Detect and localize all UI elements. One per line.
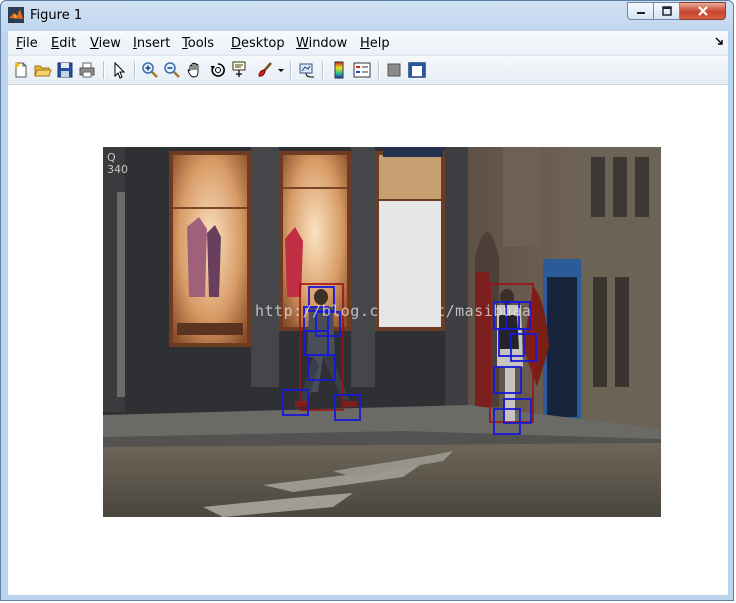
menu-tools[interactable]: Tools <box>182 36 214 51</box>
brush-dropdown-icon[interactable] <box>276 61 286 79</box>
edit-plot-arrow-icon[interactable] <box>110 61 128 79</box>
zoom-out-icon[interactable] <box>163 61 181 79</box>
zoom-in-icon[interactable] <box>141 61 159 79</box>
brush-icon[interactable] <box>256 61 274 79</box>
figure-toolbar <box>8 56 728 85</box>
data-cursor-icon[interactable] <box>232 61 250 79</box>
maximize-icon <box>661 6 672 16</box>
menu-window[interactable]: Window <box>296 36 347 51</box>
svg-text:340: 340 <box>107 163 128 176</box>
client-area: File Edit View Insert Tools Desktop Wind… <box>8 31 728 595</box>
close-button[interactable] <box>680 2 726 20</box>
image-watermark: http://blog.csdn.net/masibuaa <box>255 302 532 320</box>
menu-view[interactable]: View <box>90 36 121 51</box>
close-icon <box>697 6 708 16</box>
toolbar-separator <box>290 61 291 79</box>
toolbar-separator <box>134 61 135 79</box>
minimize-icon <box>636 12 645 14</box>
street-scene-image: Q 340 http://blog.csdn.net/masibuaa <box>103 147 661 517</box>
dock-arrow-icon[interactable] <box>714 37 724 47</box>
figure-canvas[interactable]: Q 340 http://blog.csdn.net/masibuaa <box>8 85 728 595</box>
pan-hand-icon[interactable] <box>186 61 204 79</box>
hide-plot-tools-icon[interactable] <box>385 61 403 79</box>
window-title: Figure 1 <box>30 8 83 23</box>
rotate-3d-icon[interactable] <box>209 61 227 79</box>
link-plot-icon[interactable] <box>298 61 316 79</box>
title-bar[interactable]: Figure 1 <box>1 1 733 31</box>
toolbar-separator <box>103 61 104 79</box>
street-scene-drawing: Q 340 <box>103 147 661 517</box>
show-plot-tools-icon[interactable] <box>408 61 426 79</box>
figure-window: Figure 1 File Edit View Insert Tools Des… <box>0 0 734 601</box>
minimize-button[interactable] <box>627 2 654 20</box>
menu-desktop[interactable]: Desktop <box>231 36 285 51</box>
matlab-icon <box>8 7 24 23</box>
menu-insert[interactable]: Insert <box>133 36 170 51</box>
insert-legend-icon[interactable] <box>353 61 371 79</box>
toolbar-separator <box>378 61 379 79</box>
menu-bar: File Edit View Insert Tools Desktop Wind… <box>8 31 728 56</box>
new-figure-icon[interactable] <box>12 61 30 79</box>
open-file-icon[interactable] <box>34 61 52 79</box>
menu-file[interactable]: File <box>16 36 38 51</box>
menu-edit[interactable]: Edit <box>51 36 76 51</box>
maximize-button[interactable] <box>654 2 680 20</box>
toolbar-separator <box>322 61 323 79</box>
insert-colorbar-icon[interactable] <box>330 61 348 79</box>
save-figure-icon[interactable] <box>56 61 74 79</box>
menu-help[interactable]: Help <box>360 36 390 51</box>
print-figure-icon[interactable] <box>78 61 96 79</box>
